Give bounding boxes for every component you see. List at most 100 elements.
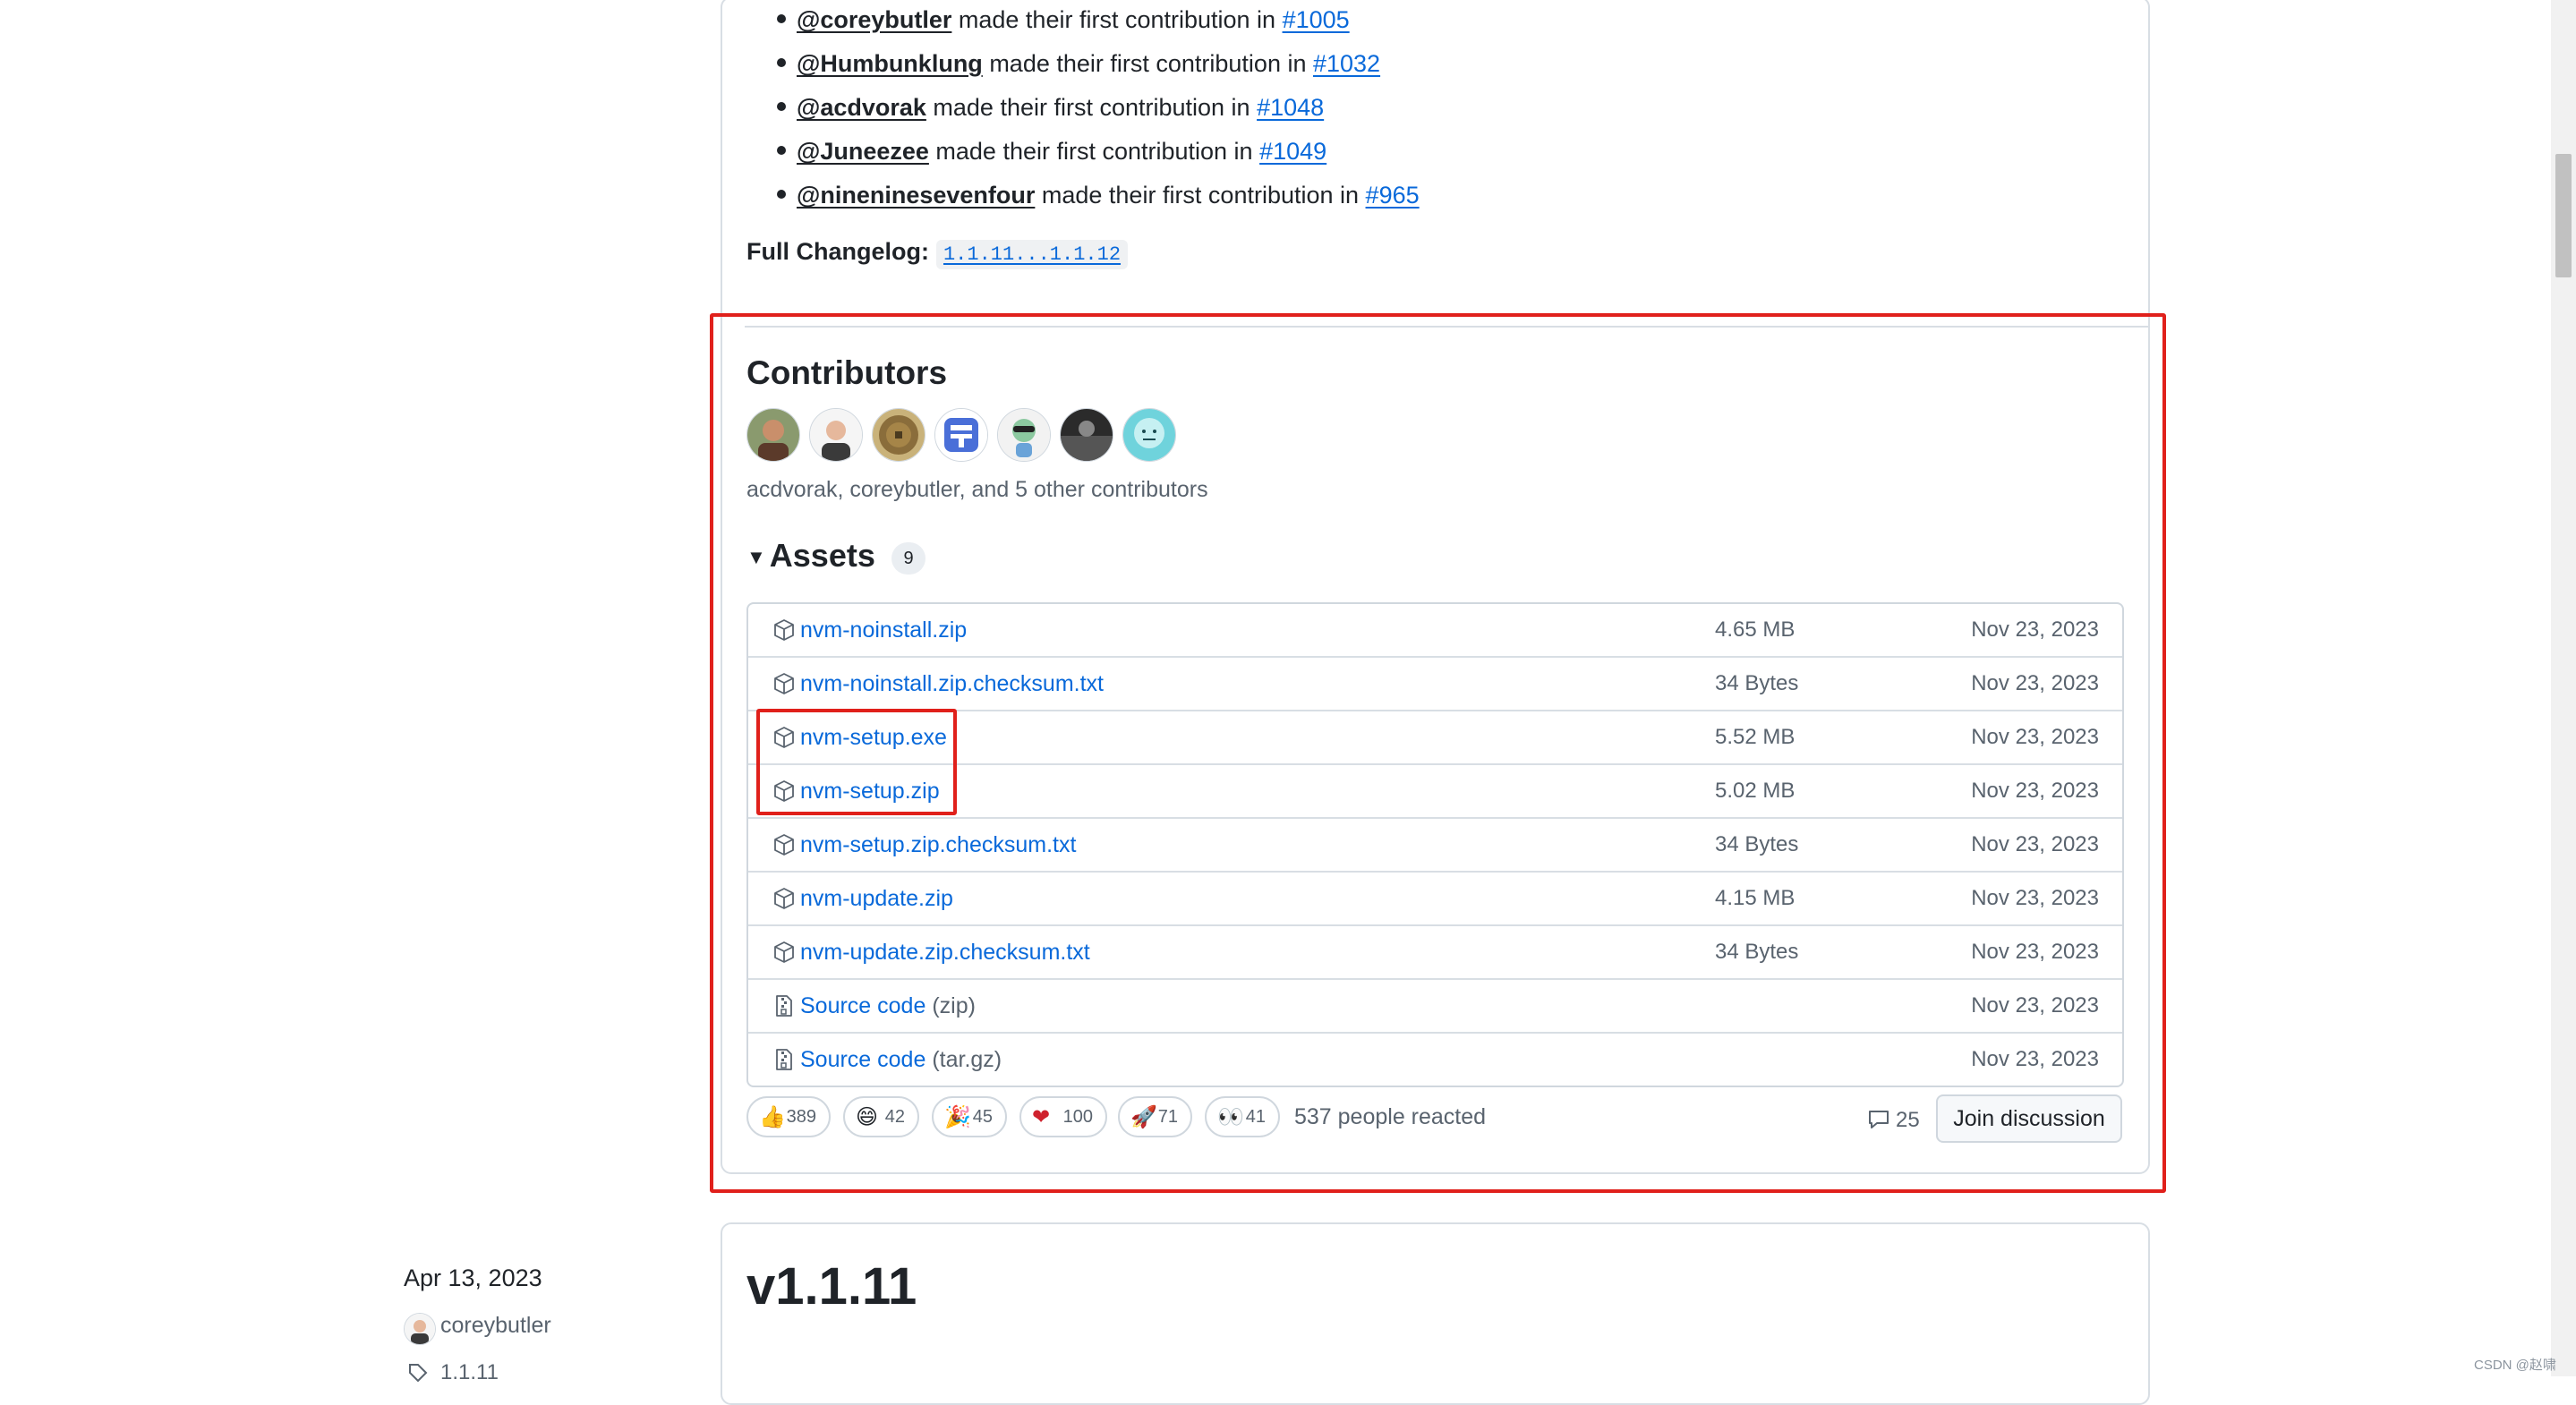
release-tag[interactable]: 1.1.11 bbox=[409, 1360, 499, 1385]
reaction-laugh[interactable]: 😄 42 bbox=[843, 1096, 919, 1137]
comment-icon bbox=[1869, 1111, 1889, 1128]
avatar[interactable] bbox=[746, 408, 800, 462]
package-icon bbox=[773, 672, 795, 695]
tag-icon bbox=[409, 1364, 428, 1383]
asset-link[interactable]: nvm-update.zip bbox=[800, 873, 953, 924]
asset-size: 34 Bytes bbox=[1715, 940, 1799, 964]
reactions-summary: 537 people reacted bbox=[1294, 1104, 1487, 1129]
asset-size: 34 Bytes bbox=[1715, 671, 1799, 695]
file-zip-icon bbox=[773, 1048, 795, 1071]
user-link[interactable]: @Juneezee bbox=[797, 138, 929, 165]
triangle-down-icon: ▼ bbox=[746, 546, 766, 569]
table-row: nvm-noinstall.zip 4.65 MB Nov 23, 2023 bbox=[748, 604, 2122, 656]
package-icon bbox=[773, 618, 795, 642]
list-item-text: made their first contribution in bbox=[951, 6, 1283, 33]
table-row: nvm-noinstall.zip.checksum.txt 34 Bytes No… bbox=[748, 656, 2122, 710]
asset-name: Source code bbox=[800, 993, 926, 1018]
asset-link[interactable]: nvm-setup.exe bbox=[800, 711, 947, 763]
hooray-icon: 🎉 bbox=[944, 1105, 971, 1129]
asset-date: Nov 23, 2023 bbox=[1971, 725, 2099, 749]
asset-date: Nov 23, 2023 bbox=[1971, 617, 2099, 642]
rocket-icon: 🚀 bbox=[1130, 1105, 1157, 1129]
comment-count-value: 25 bbox=[1896, 1108, 1920, 1132]
release-tag-label: 1.1.11 bbox=[440, 1360, 499, 1384]
list-item-text: made their first contribution in bbox=[982, 50, 1313, 77]
asset-date: Nov 23, 2023 bbox=[1971, 940, 2099, 964]
asset-name: nvm-setup.exe bbox=[800, 725, 947, 750]
list-item-text: made their first contribution in bbox=[925, 94, 1258, 121]
asset-link[interactable]: nvm-noinstall.zip.checksum.txt bbox=[800, 658, 1104, 710]
reaction-count: 45 bbox=[972, 1107, 993, 1127]
asset-size: 4.65 MB bbox=[1715, 617, 1796, 642]
table-row: nvm-update.zip 4.15 MB Nov 23, 2023 bbox=[748, 871, 2122, 924]
reaction-count: 42 bbox=[884, 1107, 905, 1127]
author-avatar[interactable] bbox=[404, 1313, 436, 1345]
assets-heading: Assets bbox=[769, 537, 875, 574]
reaction-hooray[interactable]: 🎉 45 bbox=[932, 1096, 1007, 1137]
pr-link[interactable]: #1032 bbox=[1313, 50, 1380, 77]
asset-date: Nov 23, 2023 bbox=[1971, 832, 2099, 856]
asset-link[interactable]: nvm-update.zip.checksum.txt bbox=[800, 926, 1090, 978]
user-link[interactable]: @Humbunklung bbox=[797, 50, 983, 77]
list-item-text: made their first contribution in bbox=[928, 138, 1260, 165]
avatar[interactable] bbox=[997, 408, 1051, 462]
assets-count-badge: 9 bbox=[891, 542, 925, 575]
reaction-count: 71 bbox=[1157, 1107, 1178, 1127]
release-card bbox=[721, 1222, 2150, 1405]
list-item-text: made their first contribution in bbox=[1035, 182, 1366, 209]
avatar[interactable] bbox=[1060, 408, 1113, 462]
user-link[interactable]: @acdvorak bbox=[797, 94, 926, 121]
asset-date: Nov 23, 2023 bbox=[1971, 886, 2099, 910]
avatar[interactable] bbox=[872, 408, 925, 462]
pr-link[interactable]: #1048 bbox=[1257, 94, 1324, 121]
eyes-icon: 👀 bbox=[1217, 1105, 1244, 1129]
contributors-heading: Contributors bbox=[746, 354, 948, 391]
release-date: Apr 13, 2023 bbox=[404, 1264, 542, 1291]
asset-name: nvm-update.zip.checksum.txt bbox=[800, 940, 1090, 965]
reaction-rocket[interactable]: 🚀 71 bbox=[1118, 1096, 1192, 1137]
scrollbar-thumb[interactable] bbox=[2555, 154, 2572, 277]
asset-link[interactable]: Source code (tar.gz) bbox=[800, 1034, 1002, 1086]
asset-link[interactable]: nvm-setup.zip.checksum.txt bbox=[800, 819, 1076, 871]
release-title[interactable]: v1.1.11 bbox=[746, 1256, 917, 1316]
comment-count[interactable]: 25 bbox=[1867, 1108, 1920, 1133]
reaction-heart[interactable]: ❤ 100 bbox=[1019, 1096, 1107, 1137]
join-discussion-button[interactable]: Join discussion bbox=[1936, 1094, 2122, 1143]
pr-link[interactable]: #1049 bbox=[1259, 138, 1326, 165]
table-row: nvm-update.zip.checksum.txt 34 Bytes Nov 2… bbox=[748, 924, 2122, 978]
reaction-count: 41 bbox=[1245, 1107, 1266, 1127]
asset-date: Nov 23, 2023 bbox=[1971, 779, 2099, 803]
user-link[interactable]: @nineninesevenfour bbox=[797, 182, 1035, 209]
asset-size: 34 Bytes bbox=[1715, 832, 1799, 856]
asset-size: 5.52 MB bbox=[1715, 725, 1796, 749]
user-link[interactable]: @coreybutler bbox=[797, 6, 951, 33]
asset-name: nvm-update.zip bbox=[800, 886, 953, 911]
changelog-compare-link[interactable]: 1.1.11...1.1.12 bbox=[935, 240, 1129, 269]
release-author[interactable]: coreybutler bbox=[440, 1313, 551, 1339]
asset-link[interactable]: nvm-setup.zip bbox=[800, 765, 940, 817]
table-row: nvm-setup.exe 5.52 MB Nov 23, 2023 bbox=[748, 710, 2122, 763]
asset-name: nvm-setup.zip bbox=[800, 779, 940, 804]
asset-size: 4.15 MB bbox=[1715, 886, 1796, 910]
avatar[interactable] bbox=[1122, 408, 1176, 462]
asset-name: nvm-noinstall.zip.checksum.txt bbox=[800, 671, 1105, 696]
pr-link[interactable]: #965 bbox=[1366, 182, 1420, 209]
avatar[interactable] bbox=[934, 408, 988, 462]
asset-link[interactable]: nvm-noinstall.zip bbox=[800, 604, 967, 656]
contributors-summary: acdvorak, coreybutler, and 5 other contr… bbox=[746, 477, 1208, 502]
assets-toggle[interactable]: ▼ Assets bbox=[746, 537, 875, 575]
reaction-eyes[interactable]: 👀 41 bbox=[1205, 1096, 1280, 1137]
asset-link[interactable]: Source code (zip) bbox=[800, 980, 976, 1032]
thumbs-up-icon: 👍 bbox=[759, 1105, 786, 1129]
pr-link[interactable]: #1005 bbox=[1283, 6, 1350, 33]
laugh-icon: 😄 bbox=[856, 1105, 879, 1129]
full-changelog: Full Changelog: 1.1.11...1.1.12 bbox=[746, 238, 1129, 269]
asset-ext: (tar.gz) bbox=[925, 1047, 1002, 1072]
avatar[interactable] bbox=[809, 408, 863, 462]
asset-size: 5.02 MB bbox=[1715, 779, 1796, 803]
reaction-thumbs-up[interactable]: 👍 389 bbox=[746, 1096, 831, 1137]
reaction-count: 100 bbox=[1062, 1107, 1093, 1127]
list-item: @coreybutler made their first contributi… bbox=[777, 0, 1420, 44]
table-row: nvm-setup.zip 5.02 MB Nov 23, 2023 bbox=[748, 763, 2122, 817]
asset-date: Nov 23, 2023 bbox=[1971, 671, 2099, 695]
